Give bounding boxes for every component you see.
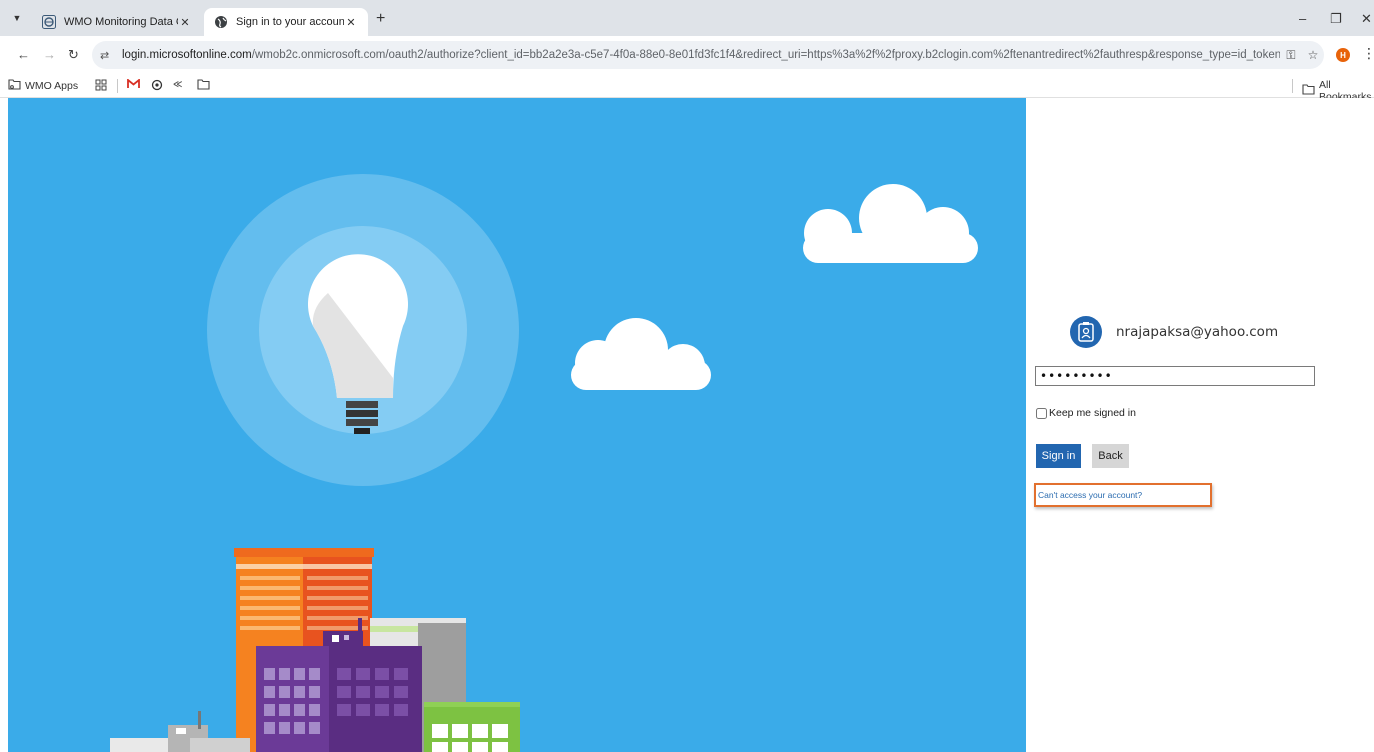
apps-grid-icon[interactable] xyxy=(95,79,107,91)
forward-arrow-icon[interactable]: → xyxy=(43,47,56,62)
city-lightbulb-illustration xyxy=(110,174,978,752)
password-field[interactable] xyxy=(1035,366,1315,386)
new-tab-icon[interactable]: + xyxy=(376,10,385,28)
more-menu-icon[interactable]: ⋮ xyxy=(1362,45,1374,62)
tab-title: Sign in to your account xyxy=(236,16,344,28)
keep-signed-in-checkbox[interactable] xyxy=(1036,407,1047,419)
back-arrow-icon[interactable]: ← xyxy=(17,47,30,62)
account-email: nrajapaksa@yahoo.com xyxy=(1116,324,1279,340)
close-tab-icon[interactable]: ✕ xyxy=(178,16,192,29)
signin-panel: nrajapaksa@yahoo.com Keep me signed in S… xyxy=(1026,98,1374,752)
bookmark-separator xyxy=(117,79,118,93)
url-path: /wmob2c.onmicrosoft.com/oauth2/authorize… xyxy=(251,49,1280,61)
address-bar[interactable]: ⇄ login.microsoftonline.com/wmob2c.onmic… xyxy=(92,41,1324,69)
bookmark-star-icon[interactable]: ☆ xyxy=(1302,48,1324,62)
cloud-small-icon xyxy=(571,318,711,390)
ck-bookmark-icon[interactable]: ≪ xyxy=(173,79,182,90)
profile-avatar[interactable]: H xyxy=(1336,48,1350,62)
cant-access-link[interactable]: Can't access your account? xyxy=(1038,490,1142,500)
keep-signed-in-option[interactable]: Keep me signed in xyxy=(1036,407,1136,419)
url-host: login.microsoftonline.com xyxy=(122,49,252,61)
minimize-icon[interactable]: – xyxy=(1299,11,1306,26)
tab-search-dropdown-icon[interactable]: ▼ xyxy=(8,9,26,27)
bookmark-separator xyxy=(1292,79,1293,93)
tab-wmo-monitoring[interactable]: WMO Monitoring Data Collecti ✕ xyxy=(32,8,202,36)
back-button[interactable]: Back xyxy=(1092,444,1129,468)
tab-sign-in[interactable]: Sign in to your account ✕ xyxy=(204,8,368,36)
url-text[interactable]: login.microsoftonline.com/wmob2c.onmicro… xyxy=(122,49,1280,61)
city-buildings xyxy=(110,548,520,752)
close-tab-icon[interactable]: ✕ xyxy=(344,16,358,29)
browser-tabstrip: ▼ WMO Monitoring Data Collecti ✕ Sign in… xyxy=(0,0,1374,36)
reload-icon[interactable]: ↻ xyxy=(68,47,79,63)
bookmark-wmo-apps[interactable]: WMO Apps xyxy=(8,79,78,93)
account-row: nrajapaksa@yahoo.com xyxy=(1070,316,1278,348)
close-window-icon[interactable]: ✕ xyxy=(1361,11,1372,27)
wmo-favicon-icon xyxy=(42,15,56,29)
gmail-icon[interactable] xyxy=(127,79,140,89)
sign-in-button[interactable]: Sign in xyxy=(1036,444,1081,468)
globe-favicon-icon xyxy=(214,15,228,29)
bookmarks-bar: WMO Apps ≪ All Bookmarks xyxy=(0,74,1374,103)
password-key-icon[interactable]: ⚿ xyxy=(1280,48,1302,63)
site-settings-icon[interactable]: ⇄ xyxy=(100,49,116,62)
keep-signed-in-label: Keep me signed in xyxy=(1049,407,1136,419)
bookmark-label: WMO Apps xyxy=(25,80,79,92)
user-badge-icon xyxy=(1070,316,1102,348)
cant-access-highlight: Can't access your account? xyxy=(1034,483,1212,507)
cloud-large-icon xyxy=(803,184,978,263)
tab-title: WMO Monitoring Data Collecti xyxy=(64,16,178,28)
restore-icon[interactable]: ❐ xyxy=(1330,11,1342,27)
folder-shortcut-icon xyxy=(8,79,21,93)
chatgpt-icon[interactable] xyxy=(151,79,163,91)
hero-illustration xyxy=(8,98,1026,752)
folder-icon[interactable] xyxy=(197,79,210,90)
folder-icon xyxy=(1302,84,1315,98)
